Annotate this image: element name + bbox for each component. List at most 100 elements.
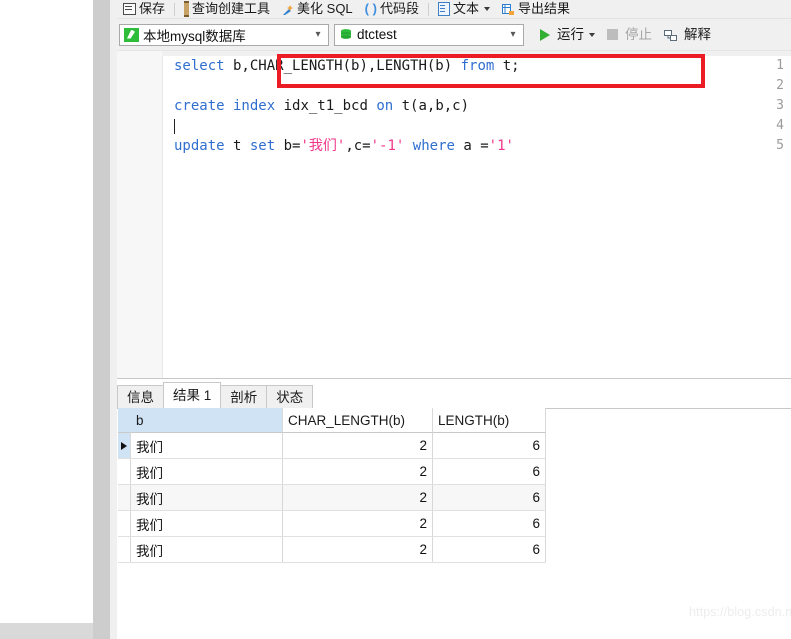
result-grid: b CHAR_LENGTH(b) LENGTH(b) 我们 2 6 我们 2 6 我们 2 6 我们 2… <box>118 408 546 563</box>
table-cell[interactable]: 2 <box>283 459 433 484</box>
result-tab[interactable]: 结果 1 <box>163 382 222 408</box>
table-cell[interactable]: 2 <box>283 433 433 458</box>
table-row[interactable]: 我们 2 6 <box>118 511 546 537</box>
table-cell[interactable]: 2 <box>283 511 433 536</box>
code-token: where <box>412 138 455 154</box>
editor-code-line[interactable]: create index idx_t1_bcd on t(a,b,c) <box>174 96 469 116</box>
toolbar-text-label: 文本 <box>452 1 479 16</box>
database-connection-select[interactable]: 本地mysql数据库 ▾ <box>119 23 329 46</box>
explain-button[interactable]: 解释 <box>658 26 717 44</box>
toolbar-code-snippet-button[interactable]: ( ) 代码段 <box>359 0 425 18</box>
table-cell[interactable]: 我们 <box>131 485 283 510</box>
explain-label: 解释 <box>684 26 711 42</box>
toolbar-beautify-sql-button[interactable]: 美化 SQL <box>276 0 359 18</box>
result-grid-header: b CHAR_LENGTH(b) LENGTH(b) <box>118 408 546 433</box>
table-cell[interactable]: 6 <box>433 485 546 510</box>
table-row[interactable]: 我们 2 6 <box>118 537 546 563</box>
watermark-text: https://blog.csdn.net/weixin_42957931 <box>689 605 791 619</box>
column-header[interactable]: LENGTH(b) <box>433 408 546 433</box>
sql-editor[interactable]: 12345 select b,CHAR_LENGTH(b),LENGTH(b) … <box>117 50 791 379</box>
table-cell[interactable]: 我们 <box>131 433 283 458</box>
main-toolbar: 保存 查询创建工具 美化 SQL ( ) 代码段 文本 导出结果 <box>117 0 791 19</box>
table-row[interactable]: 我们 2 6 <box>118 485 546 511</box>
code-token: idx_t1_bcd <box>275 98 377 114</box>
code-snippet-icon: ( ) <box>364 1 377 16</box>
table-cell[interactable]: 6 <box>433 433 546 458</box>
run-controls: 运行 停止 解释 <box>534 26 717 44</box>
editor-code-line[interactable]: update t set b='我们',c='-1' where a ='1' <box>174 136 514 156</box>
app-window: 保存 查询创建工具 美化 SQL ( ) 代码段 文本 导出结果 本地mysql… <box>0 0 791 639</box>
toolbar-export-result-label: 导出结果 <box>517 1 570 16</box>
row-indicator[interactable] <box>118 537 131 562</box>
current-row-arrow-icon <box>121 441 127 450</box>
chevron-down-icon[interactable] <box>483 7 490 11</box>
code-token: t(a,b,c) <box>393 98 470 114</box>
code-token: b= <box>275 138 301 154</box>
query-builder-icon <box>184 1 190 17</box>
row-indicator-header <box>118 408 131 433</box>
toolbar-query-builder-label: 查询创建工具 <box>192 1 271 16</box>
chevron-down-icon[interactable]: ▾ <box>505 29 521 40</box>
table-cell[interactable]: 6 <box>433 511 546 536</box>
row-indicator[interactable] <box>118 485 131 510</box>
left-outer-background <box>0 0 93 623</box>
stop-label: 停止 <box>625 26 652 42</box>
toolbar-text-button[interactable]: 文本 <box>432 0 496 18</box>
stop-icon <box>607 29 618 40</box>
code-token: ,c= <box>345 138 371 154</box>
sql-editor-app: 保存 查询创建工具 美化 SQL ( ) 代码段 文本 导出结果 本地mysql… <box>117 0 791 639</box>
chevron-down-icon[interactable]: ▾ <box>310 29 326 40</box>
text-icon <box>437 2 450 16</box>
export-icon <box>501 3 515 15</box>
code-token: create index <box>174 98 276 114</box>
code-token: b,CHAR_LENGTH(b),LENGTH(b) <box>224 58 461 74</box>
result-grid-body: 我们 2 6 我们 2 6 我们 2 6 我们 2 6 我们 2 6 <box>118 433 546 563</box>
row-indicator[interactable] <box>118 511 131 536</box>
chevron-down-icon[interactable] <box>589 32 595 37</box>
left-inner-gutter <box>110 0 117 639</box>
table-cell[interactable]: 我们 <box>131 537 283 562</box>
result-tab[interactable]: 信息 <box>117 385 164 408</box>
table-cell[interactable]: 我们 <box>131 459 283 484</box>
result-tabs: 信息 结果 1 剖析 状态 <box>117 382 791 409</box>
row-indicator[interactable] <box>118 433 131 458</box>
toolbar-code-snippet-label: 代码段 <box>379 1 419 16</box>
result-panel: 信息 结果 1 剖析 状态 b CHAR_LENGTH(b) LENGTH(b) 我们 2 6… <box>117 378 791 639</box>
toolbar-divider <box>174 2 176 16</box>
table-cell[interactable]: 2 <box>283 537 433 562</box>
toolbar-export-result-button[interactable]: 导出结果 <box>496 0 576 18</box>
result-tab[interactable]: 状态 <box>266 385 314 408</box>
editor-code-line[interactable]: select b,CHAR_LENGTH(b),LENGTH(b) from t… <box>174 56 520 76</box>
run-label: 运行 <box>557 26 584 42</box>
column-header[interactable]: CHAR_LENGTH(b) <box>283 408 433 433</box>
schema-select[interactable]: dtctest ▾ <box>334 23 524 46</box>
code-token: on <box>376 98 394 114</box>
table-row[interactable]: 我们 2 6 <box>118 433 546 459</box>
editor-gutter <box>117 51 163 379</box>
code-token: from <box>460 58 495 74</box>
run-button[interactable]: 运行 <box>534 26 601 44</box>
table-cell[interactable]: 6 <box>433 459 546 484</box>
toolbar-divider-2 <box>427 2 429 16</box>
code-token: a = <box>454 138 489 154</box>
column-header[interactable]: b <box>131 408 283 433</box>
connection-toolbar: 本地mysql数据库 ▾ dtctest ▾ 运行 停止 解释 <box>117 19 791 50</box>
toolbar-save-button[interactable]: 保存 <box>117 0 171 18</box>
toolbar-query-builder-button[interactable]: 查询创建工具 <box>178 0 276 18</box>
database-stack-icon <box>339 28 353 42</box>
table-cell[interactable]: 2 <box>283 485 433 510</box>
text-caret <box>174 119 175 134</box>
table-row[interactable]: 我们 2 6 <box>118 459 546 485</box>
row-indicator[interactable] <box>118 459 131 484</box>
stop-button[interactable]: 停止 <box>601 26 658 44</box>
table-cell[interactable]: 6 <box>433 537 546 562</box>
result-tab[interactable]: 剖析 <box>220 385 268 408</box>
wand-icon <box>282 3 294 15</box>
code-token: set <box>249 138 276 154</box>
editor-code-area[interactable]: select b,CHAR_LENGTH(b),LENGTH(b) from t… <box>162 56 791 379</box>
schema-value: dtctest <box>357 27 397 42</box>
left-bottom-strip <box>0 623 93 639</box>
code-token: select <box>174 58 225 74</box>
table-cell[interactable]: 我们 <box>131 511 283 536</box>
